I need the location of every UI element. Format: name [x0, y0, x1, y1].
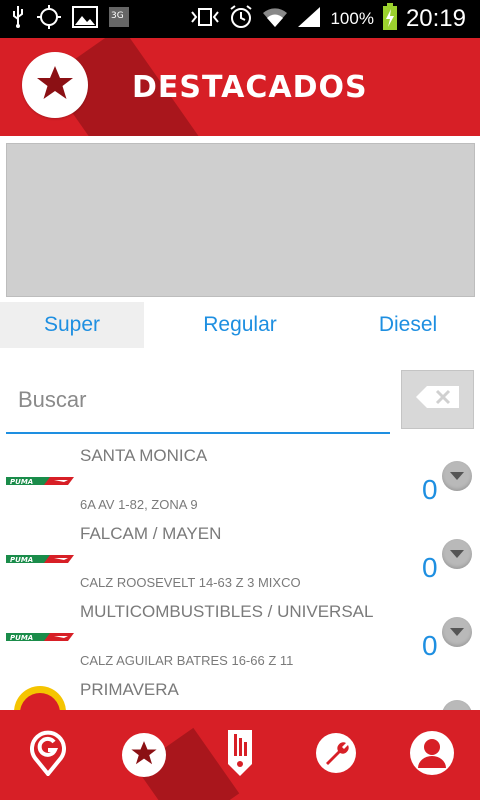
station-price: 0	[422, 552, 438, 583]
vibrate-icon	[190, 7, 220, 32]
station-address: CALZ ROOSEVELT 14-63 Z 3 MIXCO	[80, 575, 301, 590]
station-address: 6A AV 1-82, ZONA 9	[80, 497, 198, 512]
tab-regular[interactable]: Regular	[144, 302, 336, 348]
expand-chevron-icon[interactable]	[442, 461, 472, 491]
nav-servicios-button[interactable]	[288, 710, 384, 800]
puma-logo-icon: PUMA	[6, 552, 74, 566]
station-list: PUMA SANTA MONICA 6A AV 1-82, ZONA 9 0 P…	[0, 440, 480, 710]
expand-chevron-icon[interactable]	[442, 539, 472, 569]
nav-gasolineras-button[interactable]	[0, 710, 96, 800]
list-item[interactable]: PUMA MULTICOMBUSTIBLES / UNIVERSAL CALZ …	[0, 596, 480, 674]
svg-text:PUMA: PUMA	[10, 634, 33, 642]
gps-icon	[36, 4, 62, 35]
svg-text:3G: 3G	[111, 11, 124, 21]
nav-perfil-button[interactable]	[384, 710, 480, 800]
star-icon	[130, 739, 158, 772]
user-icon	[409, 730, 455, 781]
svg-text:PUMA: PUMA	[10, 478, 33, 486]
expand-chevron-icon[interactable]	[442, 617, 472, 647]
battery-charging-icon	[382, 2, 398, 36]
star-icon	[35, 63, 75, 108]
app-header: DESTACADOS	[0, 38, 480, 136]
station-price: 0	[422, 474, 438, 505]
status-bar: 3G 100% 20:19	[0, 0, 480, 38]
station-name: MULTICOMBUSTIBLES / UNIVERSAL	[80, 602, 374, 621]
fuel-type-tabs: Super Regular Diesel	[0, 302, 480, 348]
page-title: DESTACADOS	[132, 70, 368, 105]
station-address: CALZ AGUILAR BATRES 16-66 Z 11	[80, 653, 294, 668]
alarm-icon	[228, 4, 254, 35]
shell-logo-icon	[10, 684, 70, 710]
list-item[interactable]: PUMA FALCAM / MAYEN CALZ ROOSEVELT 14-63…	[0, 518, 480, 596]
clear-search-button[interactable]	[401, 370, 474, 429]
search-field-container	[6, 372, 390, 434]
header-star-badge	[22, 52, 88, 118]
wrench-icon	[314, 731, 358, 780]
nav-precios-button[interactable]	[192, 710, 288, 800]
image-icon	[72, 5, 98, 33]
station-price: 0	[422, 630, 438, 661]
station-name: FALCAM / MAYEN	[80, 524, 222, 543]
fuel-gauge-icon	[226, 728, 254, 783]
usb-icon	[10, 5, 26, 34]
expand-chevron-icon[interactable]	[442, 700, 472, 710]
battery-percentage: 100%	[330, 9, 374, 28]
list-item[interactable]: PRIMAVERA	[0, 674, 480, 710]
svg-text:PUMA: PUMA	[10, 556, 33, 564]
puma-logo-icon: PUMA	[6, 474, 74, 488]
wifi-icon	[262, 6, 288, 33]
station-name: PRIMAVERA	[80, 680, 179, 699]
puma-logo-icon: PUMA	[6, 630, 74, 644]
nav-destacados-button[interactable]	[96, 710, 192, 800]
map-pin-g-icon	[30, 730, 66, 781]
tab-diesel[interactable]: Diesel	[336, 302, 480, 348]
clock: 20:19	[405, 5, 466, 32]
list-item[interactable]: PUMA SANTA MONICA 6A AV 1-82, ZONA 9 0	[0, 440, 480, 518]
network-3g-icon: 3G	[108, 6, 130, 33]
station-name: SANTA MONICA	[80, 446, 208, 465]
signal-icon	[296, 5, 322, 34]
tab-super[interactable]: Super	[0, 302, 144, 348]
bottom-navigation	[0, 710, 480, 800]
banner-placeholder[interactable]	[6, 143, 475, 297]
nav-star-badge	[122, 733, 166, 777]
search-input[interactable]	[6, 372, 390, 428]
backspace-icon	[415, 385, 461, 414]
